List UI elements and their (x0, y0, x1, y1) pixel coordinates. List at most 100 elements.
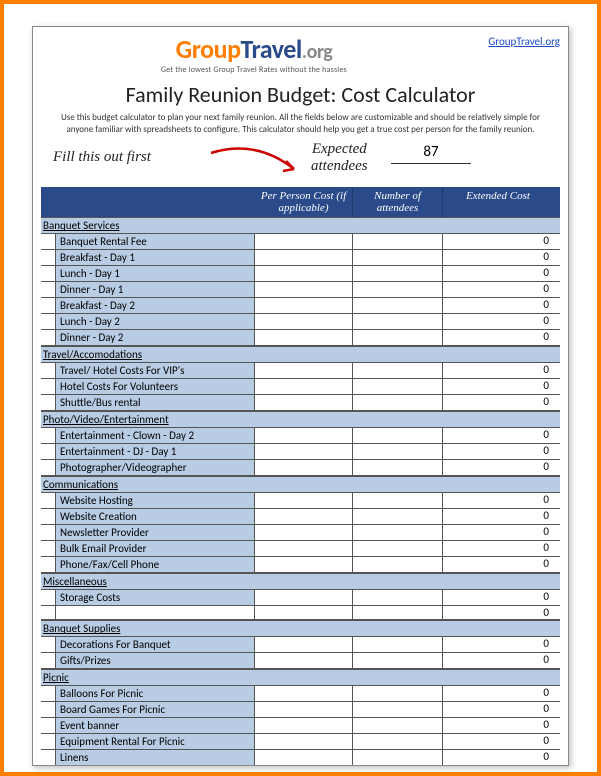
cell-per-person-cost[interactable] (255, 379, 353, 394)
cell-num-attendees[interactable] (353, 686, 443, 701)
cell-extended-cost: 0 (443, 298, 553, 313)
cell-num-attendees[interactable] (353, 750, 443, 765)
cell-num-attendees[interactable] (353, 298, 443, 313)
table-row: Equipment Rental For Picnic0 (41, 734, 560, 750)
cell-per-person-cost[interactable] (255, 686, 353, 701)
cell-num-attendees[interactable] (353, 702, 443, 717)
row-label: Photographer/Videographer (55, 460, 255, 475)
cell-per-person-cost[interactable] (255, 525, 353, 540)
cell-per-person-cost[interactable] (255, 330, 353, 345)
cell-num-attendees[interactable] (353, 653, 443, 668)
row-label: Dinner - Day 2 (55, 330, 255, 345)
cell-per-person-cost[interactable] (255, 444, 353, 459)
row-label: Lunch - Day 2 (55, 314, 255, 329)
cell-num-attendees[interactable] (353, 606, 443, 619)
cell-per-person-cost[interactable] (255, 718, 353, 733)
cell-num-attendees[interactable] (353, 428, 443, 443)
table-row: Website Hosting0 (41, 493, 560, 509)
cell-num-attendees[interactable] (353, 718, 443, 733)
top-link[interactable]: GroupTravel.org (488, 33, 560, 48)
logo-tagline: Get the lowest Group Travel Rates withou… (161, 65, 347, 75)
cell-per-person-cost[interactable] (255, 734, 353, 749)
attendee-input[interactable]: 87 (391, 143, 471, 164)
cell-per-person-cost[interactable] (255, 298, 353, 313)
table-row: Phone/Fax/Cell Phone 0 (41, 557, 560, 573)
cell-per-person-cost[interactable] (255, 557, 353, 572)
cell-per-person-cost[interactable] (255, 363, 353, 378)
cell-num-attendees[interactable] (353, 590, 443, 605)
table-row: Dinner - Day 20 (41, 330, 560, 346)
cell-per-person-cost[interactable] (255, 541, 353, 556)
cell-num-attendees[interactable] (353, 444, 443, 459)
cell-num-attendees[interactable] (353, 493, 443, 508)
cell-per-person-cost[interactable] (255, 606, 353, 619)
table-row: Hotel Costs For Volunteers0 (41, 379, 560, 395)
logo: GroupTravel.org Get the lowest Group Tra… (161, 33, 347, 75)
table-row: Breakfast - Day 10 (41, 250, 560, 266)
row-label: Phone/Fax/Cell Phone (55, 557, 255, 572)
cell-per-person-cost[interactable] (255, 653, 353, 668)
cell-num-attendees[interactable] (353, 541, 443, 556)
cell-num-attendees[interactable] (353, 460, 443, 475)
cell-per-person-cost[interactable] (255, 266, 353, 281)
cell-num-attendees[interactable] (353, 525, 443, 540)
table-row: Banquet Rental Fee0 (41, 234, 560, 250)
cell-extended-cost: 0 (443, 557, 553, 572)
cell-per-person-cost[interactable] (255, 395, 353, 410)
header-row: GroupTravel.org Get the lowest Group Tra… (41, 33, 560, 75)
row-label: Storage Costs (55, 590, 255, 605)
table-row: Photographer/Videographer 0 (41, 460, 560, 476)
cell-num-attendees[interactable] (353, 395, 443, 410)
cell-per-person-cost[interactable] (255, 509, 353, 524)
cell-extended-cost: 0 (443, 282, 553, 297)
cell-num-attendees[interactable] (353, 363, 443, 378)
cell-per-person-cost[interactable] (255, 428, 353, 443)
row-label: Linens (55, 750, 255, 765)
table-row: Lunch - Day 2 0 (41, 314, 560, 330)
cell-extended-cost: 0 (443, 653, 553, 668)
cell-num-attendees[interactable] (353, 379, 443, 394)
table-row: Storage Costs0 (41, 590, 560, 606)
cell-per-person-cost[interactable] (255, 282, 353, 297)
column-header: Per Person Cost (if applicable) Number o… (41, 187, 560, 217)
cell-per-person-cost[interactable] (255, 702, 353, 717)
cell-extended-cost: 0 (443, 702, 553, 717)
section-title: Communications (41, 476, 560, 493)
logo-travel: Travel (241, 33, 302, 65)
cell-num-attendees[interactable] (353, 282, 443, 297)
cell-num-attendees[interactable] (353, 266, 443, 281)
table-row: Decorations For Banquet0 (41, 637, 560, 653)
cell-num-attendees[interactable] (353, 330, 443, 345)
cell-per-person-cost[interactable] (255, 234, 353, 249)
row-label: Equipment Rental For Picnic (55, 734, 255, 749)
cell-per-person-cost[interactable] (255, 637, 353, 652)
col-spacer (41, 187, 255, 217)
hint2-line1: Expected (312, 141, 367, 157)
table-row: Board Games For Picnic0 (41, 702, 560, 718)
cell-extended-cost: 0 (443, 686, 553, 701)
cell-num-attendees[interactable] (353, 557, 443, 572)
cell-extended-cost: 0 (443, 314, 553, 329)
logo-org: org (307, 40, 333, 64)
cell-num-attendees[interactable] (353, 250, 443, 265)
cell-extended-cost: 0 (443, 750, 553, 765)
cell-num-attendees[interactable] (353, 509, 443, 524)
cell-extended-cost: 0 (443, 460, 553, 475)
cell-per-person-cost[interactable] (255, 460, 353, 475)
cell-per-person-cost[interactable] (255, 250, 353, 265)
cell-per-person-cost[interactable] (255, 750, 353, 765)
cell-num-attendees[interactable] (353, 734, 443, 749)
table-row: Linens 0 (41, 750, 560, 766)
cell-per-person-cost[interactable] (255, 590, 353, 605)
table-row: Balloons For Picnic0 (41, 686, 560, 702)
row-label (55, 606, 255, 619)
section-title: Banquet Supplies (41, 620, 560, 637)
cell-per-person-cost[interactable] (255, 314, 353, 329)
table-row: Entertainment - DJ - Day 10 (41, 444, 560, 460)
cell-num-attendees[interactable] (353, 637, 443, 652)
row-label: Bulk Email Provider (55, 541, 255, 556)
cell-per-person-cost[interactable] (255, 493, 353, 508)
cell-num-attendees[interactable] (353, 234, 443, 249)
logo-group: Group (176, 33, 241, 65)
cell-num-attendees[interactable] (353, 314, 443, 329)
